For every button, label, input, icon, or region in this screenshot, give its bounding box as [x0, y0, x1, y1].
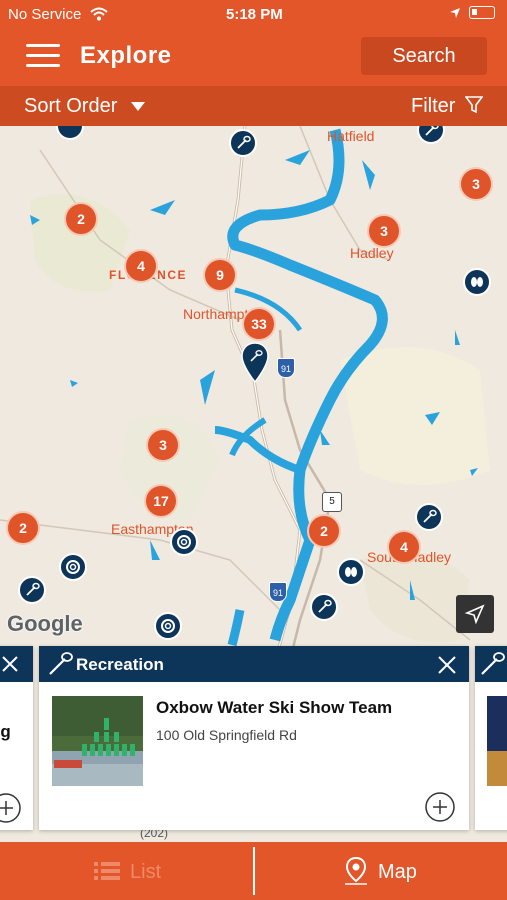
bottom-tab-bar: List Map	[0, 842, 507, 900]
card-header: Recreation	[39, 646, 469, 682]
caret-down-icon	[130, 101, 145, 111]
battery-icon	[469, 6, 495, 19]
selected-location-pin[interactable]	[241, 342, 269, 384]
listing-photo	[52, 696, 143, 786]
card-header	[0, 646, 33, 682]
swirl-icon	[177, 535, 191, 549]
filter-button[interactable]: Filter	[411, 95, 484, 118]
map-cluster[interactable]: 3	[367, 214, 401, 248]
clock-time: 5:18 PM	[226, 6, 283, 23]
list-icon	[94, 862, 120, 880]
route-shield-us5: 5	[322, 492, 342, 512]
search-button[interactable]: Search	[361, 37, 487, 75]
route-shield-i91-south: 91	[269, 582, 287, 602]
swirl-icon	[161, 619, 175, 633]
sort-order-label: Sort Order	[24, 95, 118, 117]
my-location-button[interactable]	[456, 595, 494, 633]
town-label-hatfield: Hatfield	[327, 128, 375, 144]
sort-filter-bar: Sort Order Filter	[0, 86, 507, 126]
close-icon[interactable]	[438, 656, 456, 674]
page-title: Explore	[80, 42, 172, 69]
previous-card[interactable]: ng	[0, 646, 33, 830]
listing-photo	[487, 696, 507, 786]
funnel-icon	[464, 96, 484, 114]
card-category: Recreation	[76, 655, 164, 674]
close-icon[interactable]	[2, 656, 18, 672]
map-cluster[interactable]: 3	[459, 167, 493, 201]
swirl-icon	[66, 560, 80, 574]
recreation-card[interactable]: Recreation Oxbow Water Ski Show Team 100…	[39, 646, 469, 830]
lacrosse-stick-icon	[423, 509, 437, 523]
filter-label: Filter	[411, 95, 456, 117]
lacrosse-stick-icon	[318, 599, 332, 613]
map-cluster[interactable]: 2	[64, 202, 98, 236]
map-cluster[interactable]: 9	[203, 258, 237, 292]
add-icon[interactable]	[0, 792, 22, 824]
map-cluster[interactable]: 4	[124, 249, 158, 283]
flip-flops-icon	[345, 567, 357, 577]
map-cluster[interactable]: 2	[307, 514, 341, 548]
listing-address: 100 Old Springfield Rd	[156, 727, 297, 743]
lacrosse-stick-icon	[425, 126, 439, 136]
dining-marker[interactable]	[170, 528, 198, 556]
sort-order-dropdown[interactable]: Sort Order	[24, 95, 145, 118]
map-cluster[interactable]: 2	[6, 511, 40, 545]
listing-name: Oxbow Water Ski Show Team	[156, 698, 393, 717]
add-to-trip-button[interactable]	[424, 791, 456, 823]
tab-list-label: List	[130, 861, 162, 883]
carrier-label: No Service	[8, 6, 82, 23]
wifi-icon	[90, 7, 108, 21]
dining-marker[interactable]	[59, 553, 87, 581]
lacrosse-stick-icon	[26, 582, 40, 596]
next-card[interactable]	[475, 646, 507, 830]
map-cluster[interactable]: 3	[146, 428, 180, 462]
lacrosse-stick-icon	[481, 652, 505, 675]
lacrosse-stick-icon	[237, 135, 251, 149]
location-arrow-icon	[450, 8, 460, 18]
lacrosse-stick-icon	[49, 652, 73, 675]
map-cluster[interactable]: 33	[242, 307, 276, 341]
google-logo: Google	[7, 611, 83, 636]
recreation-marker[interactable]	[18, 576, 46, 604]
card-header	[475, 646, 507, 682]
recreation-marker[interactable]	[415, 503, 443, 531]
tab-list[interactable]: List	[0, 842, 253, 900]
tab-map-label: Map	[378, 861, 417, 883]
app-header: No Service 5:18 PM Explore Search	[0, 0, 507, 86]
map-cluster[interactable]: 17	[144, 484, 178, 518]
recreation-marker[interactable]	[310, 593, 338, 621]
map-cluster[interactable]: 4	[387, 530, 421, 564]
map-pin-icon	[345, 856, 367, 885]
route-shield-i91-north: 91	[277, 358, 295, 378]
hamburger-menu-button[interactable]	[26, 41, 60, 69]
card-title-fragment: ng	[0, 722, 11, 741]
dining-marker[interactable]	[154, 612, 182, 640]
navigation-arrow-icon	[464, 604, 485, 625]
shopping-marker[interactable]	[463, 268, 491, 296]
tab-map[interactable]: Map	[255, 842, 507, 900]
recreation-marker[interactable]	[229, 129, 257, 157]
flip-flops-icon	[471, 277, 483, 287]
shopping-marker[interactable]	[337, 558, 365, 586]
recreation-marker[interactable]	[417, 126, 445, 144]
